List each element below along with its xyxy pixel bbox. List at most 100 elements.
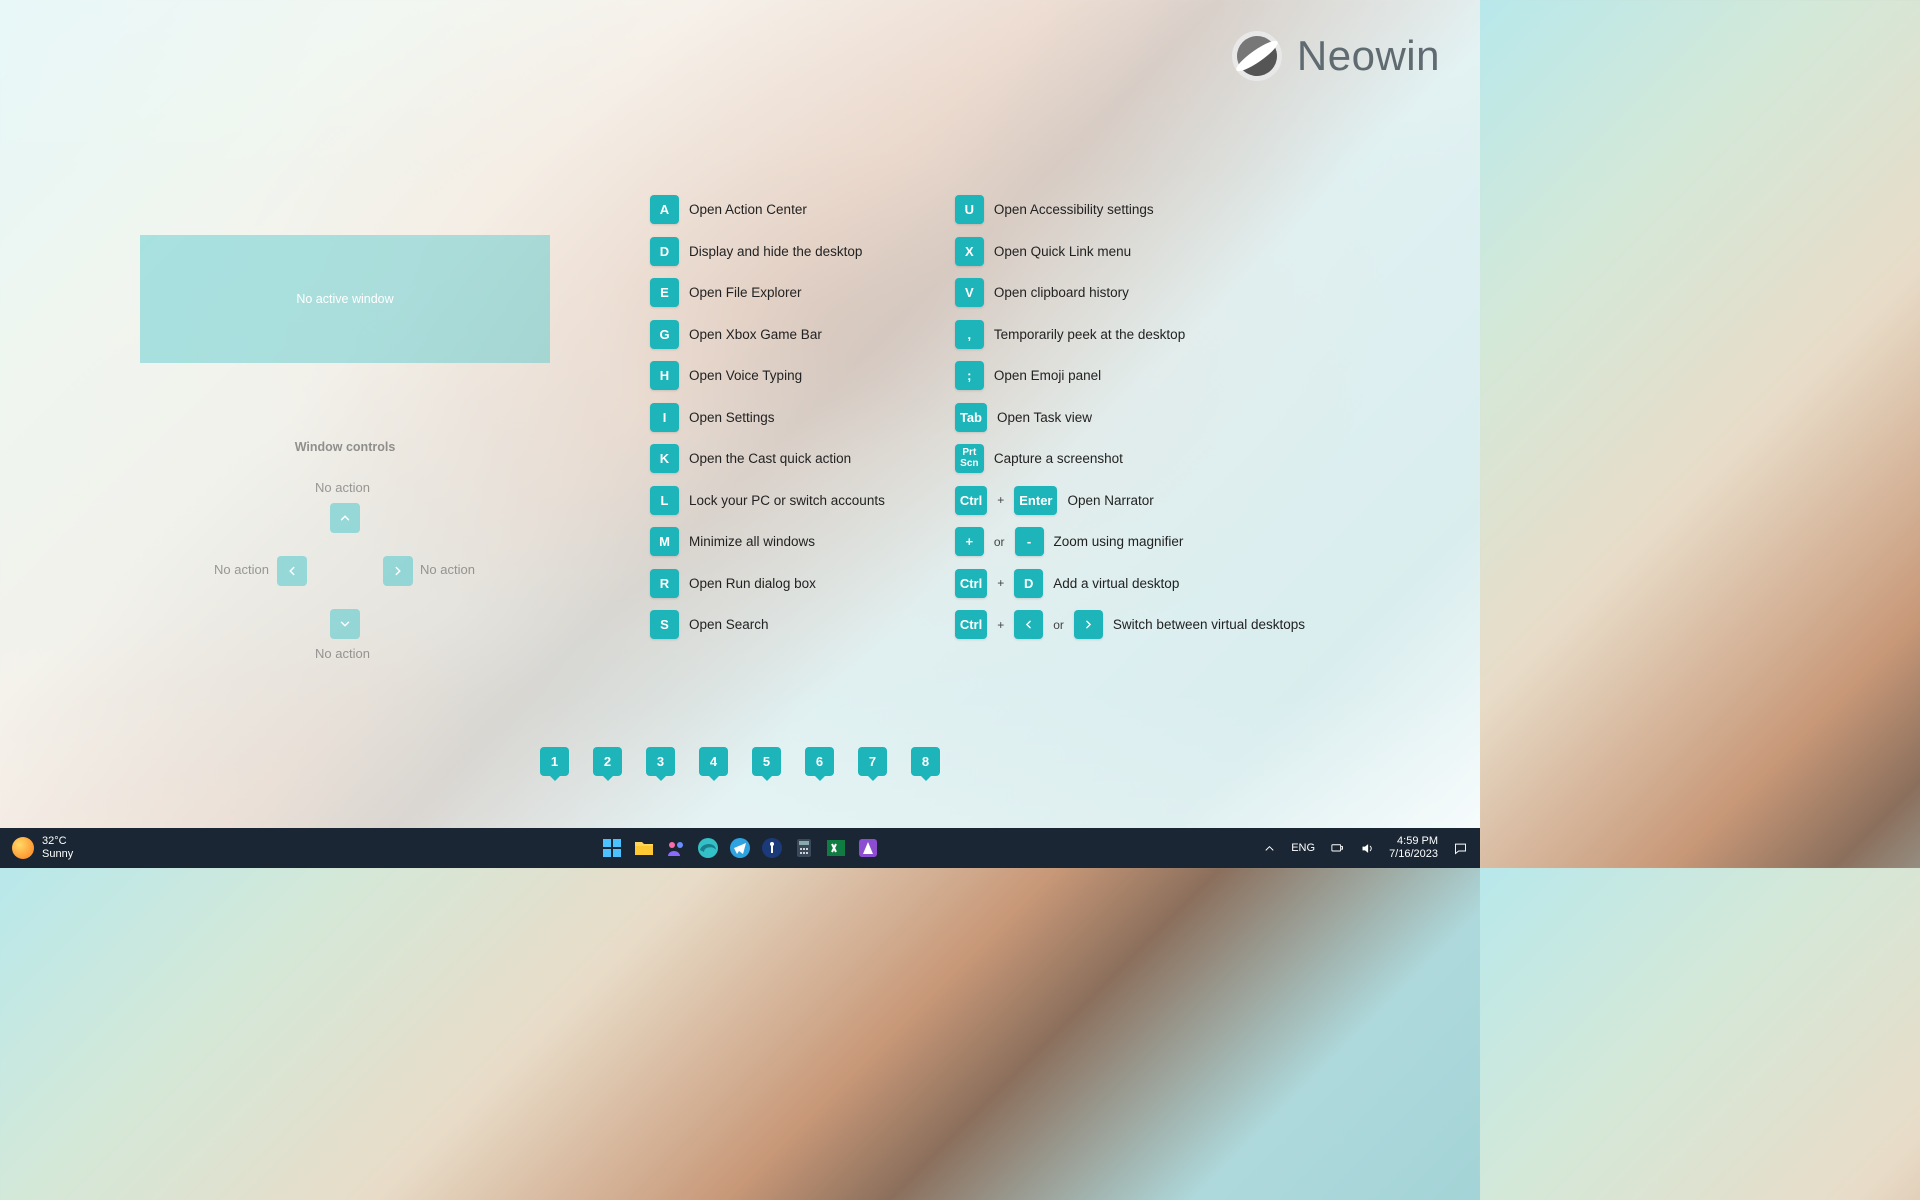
- shortcut-description: Open Narrator: [1067, 493, 1153, 508]
- shortcuts-column-2: U Open Accessibility settings X Open Quick …: [955, 195, 1305, 639]
- chevron-left-icon: [285, 564, 299, 578]
- shortcut-description: Switch between virtual desktops: [1113, 617, 1305, 632]
- wc-left-button[interactable]: [277, 556, 307, 586]
- key-l: L: [650, 486, 679, 515]
- shortcut-row: PrtScnCapture a screenshot: [955, 444, 1305, 473]
- shortcut-description: Add a virtual desktop: [1053, 576, 1179, 591]
- key-ctrl: Ctrl: [955, 486, 987, 515]
- key--: -: [1015, 527, 1044, 556]
- key--: +: [955, 527, 984, 556]
- shortcuts-column-1: A Open Action Center D Display and hide the…: [650, 195, 885, 639]
- taskbar-time: 4:59 PM: [1397, 835, 1438, 848]
- taskbar-app-telegram[interactable]: [728, 836, 752, 860]
- shortcut-description: Open File Explorer: [689, 285, 802, 300]
- taskbar-app-calculator[interactable]: [792, 836, 816, 860]
- taskbar-hint-4: 4: [699, 747, 728, 776]
- network-icon[interactable]: [1329, 840, 1345, 856]
- key-i: I: [650, 403, 679, 432]
- shortcut-description: Open Settings: [689, 410, 775, 425]
- chevron-right-icon: [391, 564, 405, 578]
- wc-down-button[interactable]: [330, 609, 360, 639]
- key-d: D: [650, 237, 679, 266]
- shortcut-row: ROpen Run dialog box: [650, 569, 885, 598]
- chevron-down-icon: [338, 617, 352, 631]
- taskbar-hint-5: 5: [752, 747, 781, 776]
- taskbar-apps: [280, 836, 1200, 860]
- shortcut-description: Open Run dialog box: [689, 576, 816, 591]
- shortcut-row: Ctrl+DAdd a virtual desktop: [955, 569, 1305, 598]
- shortcut-row: X Open Quick Link menu: [955, 237, 1305, 266]
- taskbar-app-excel[interactable]: [824, 836, 848, 860]
- key-arrow-left: [1014, 610, 1043, 639]
- taskbar-hint-3: 3: [646, 747, 675, 776]
- plus-separator: +: [997, 618, 1004, 632]
- taskbar-hint-6: 6: [805, 747, 834, 776]
- taskbar-app-edge[interactable]: [696, 836, 720, 860]
- taskbar-date: 7/16/2023: [1389, 848, 1438, 861]
- weather-temp: 32°C: [42, 835, 73, 848]
- key-m: M: [650, 527, 679, 556]
- shortcut-row: S Open Search: [650, 610, 885, 639]
- taskbar-language[interactable]: ENG: [1291, 842, 1315, 854]
- key-a: A: [650, 195, 679, 224]
- key-e: E: [650, 278, 679, 307]
- shortcut-row: A Open Action Center: [650, 195, 885, 224]
- tray-chevron-up-icon[interactable]: [1261, 840, 1277, 856]
- chevron-right-icon: [1082, 618, 1095, 631]
- shortcut-row: KOpen the Cast quick action: [650, 444, 885, 473]
- shortcut-row: ,Temporarily peek at the desktop: [955, 320, 1305, 349]
- taskbar-app-explorer[interactable]: [632, 836, 656, 860]
- key-arrow-right: [1074, 610, 1103, 639]
- shortcut-row: L Lock your PC or switch accounts: [650, 486, 885, 515]
- no-active-window-label: No active window: [296, 292, 393, 306]
- taskbar-app-affinity[interactable]: [856, 836, 880, 860]
- shortcut-description: Open Accessibility settings: [994, 202, 1154, 217]
- wc-up-label: No action: [315, 480, 370, 495]
- shortcut-description: Lock your PC or switch accounts: [689, 493, 885, 508]
- key-enter: Enter: [1014, 486, 1057, 515]
- shortcut-description: Open Quick Link menu: [994, 244, 1131, 259]
- key-v: V: [955, 278, 984, 307]
- shortcut-row: Ctrl+EnterOpen Narrator: [955, 486, 1305, 515]
- wc-right-label: No action: [420, 562, 475, 577]
- key-x: X: [955, 237, 984, 266]
- key-tab: Tab: [955, 403, 987, 432]
- notifications-icon[interactable]: [1452, 840, 1468, 856]
- shortcut-row: D Display and hide the desktop: [650, 237, 885, 266]
- shortcut-description: Open Voice Typing: [689, 368, 802, 383]
- volume-icon[interactable]: [1359, 840, 1375, 856]
- shortcut-description: Open clipboard history: [994, 285, 1129, 300]
- window-controls-title: Window controls: [220, 440, 470, 454]
- key-u: U: [955, 195, 984, 224]
- shortcuts-panel: A Open Action Center D Display and hide the…: [650, 195, 1305, 639]
- shortcut-row: ;Open Emoji panel: [955, 361, 1305, 390]
- weather-cond: Sunny: [42, 848, 73, 861]
- shortcut-description: Minimize all windows: [689, 534, 815, 549]
- taskbar-app-1password[interactable]: [760, 836, 784, 860]
- plus-separator: +: [997, 576, 1004, 590]
- key-s: S: [650, 610, 679, 639]
- neowin-logo-icon: [1231, 30, 1283, 82]
- key--: ;: [955, 361, 984, 390]
- shortcut-description: Capture a screenshot: [994, 451, 1123, 466]
- window-controls-panel: Window controls No action No action No a…: [220, 440, 470, 688]
- taskbar[interactable]: 32°C Sunny ENG 4:59 PM 7/16/2023: [0, 828, 1480, 868]
- wc-up-button[interactable]: [330, 503, 360, 533]
- taskbar-clock[interactable]: 4:59 PM 7/16/2023: [1389, 835, 1438, 860]
- taskbar-app-start[interactable]: [600, 836, 624, 860]
- wc-right-button[interactable]: [383, 556, 413, 586]
- taskbar-weather-widget[interactable]: 32°C Sunny: [0, 835, 280, 860]
- key-ctrl: Ctrl: [955, 610, 987, 639]
- shortcut-row: GOpen Xbox Game Bar: [650, 320, 885, 349]
- shortcut-description: Open Action Center: [689, 202, 807, 217]
- shortcut-description: Open Search: [689, 617, 769, 632]
- shortcut-row: E Open File Explorer: [650, 278, 885, 307]
- taskbar-app-teams[interactable]: [664, 836, 688, 860]
- no-active-window-panel: No active window: [140, 235, 550, 363]
- shortcut-description: Display and hide the desktop: [689, 244, 862, 259]
- neowin-logo: Neowin: [1231, 30, 1440, 82]
- or-separator: or: [994, 535, 1005, 549]
- taskbar-number-hints: 12345678: [540, 747, 940, 776]
- chevron-left-icon: [1022, 618, 1035, 631]
- shortcut-description: Open Xbox Game Bar: [689, 327, 822, 342]
